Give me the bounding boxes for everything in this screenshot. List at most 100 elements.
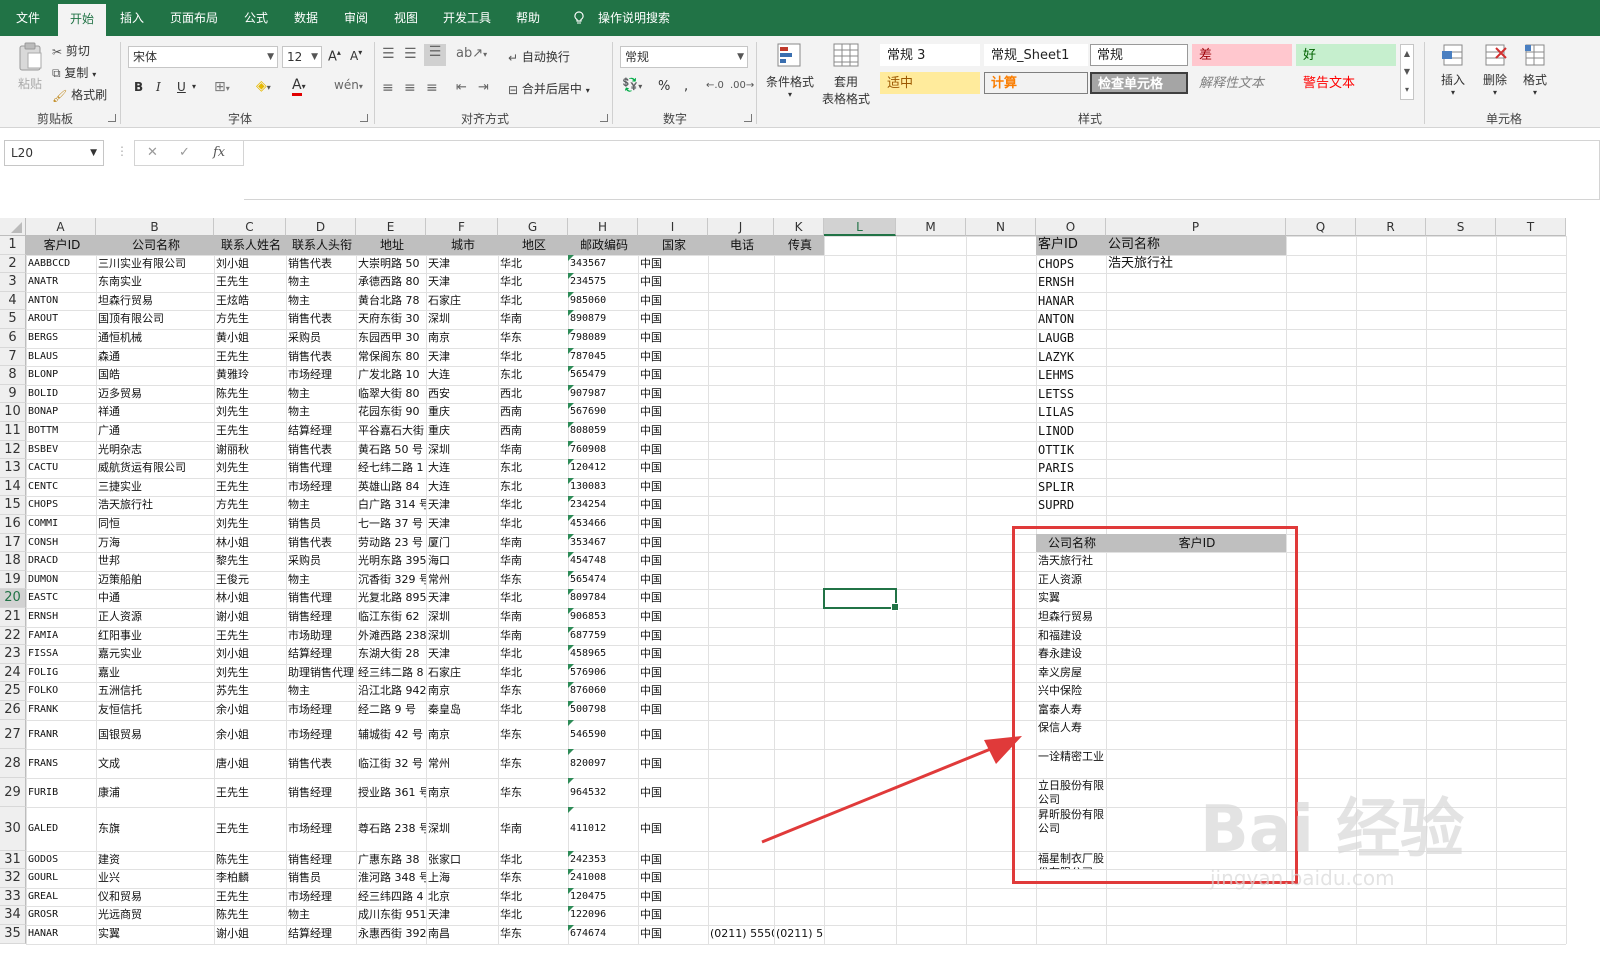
format-as-table-button[interactable]: 套用 表格格式 bbox=[818, 42, 874, 107]
data-cell[interactable]: 外滩西路 238 bbox=[356, 627, 426, 646]
data-cell[interactable]: 西南 bbox=[498, 403, 568, 422]
cancel-icon[interactable]: ✕ bbox=[147, 145, 158, 160]
data-cell[interactable]: 中国 bbox=[638, 664, 708, 683]
row-header[interactable]: 17 bbox=[0, 533, 26, 553]
data-cell[interactable]: 深圳 bbox=[426, 608, 498, 627]
column-header-m[interactable]: M bbox=[896, 218, 966, 236]
data-cell[interactable]: 天津 bbox=[426, 255, 498, 274]
column-header-s[interactable]: S bbox=[1426, 218, 1496, 236]
data-cell[interactable] bbox=[708, 534, 774, 553]
data-cell[interactable]: 销售代表 bbox=[286, 534, 356, 553]
data-cell[interactable]: 454748 bbox=[568, 552, 638, 571]
data-cell[interactable] bbox=[708, 441, 774, 460]
data-cell[interactable] bbox=[774, 329, 824, 348]
row-header[interactable]: 13 bbox=[0, 459, 26, 478]
conditional-format-button[interactable]: 条件格式 ▾ bbox=[766, 42, 814, 99]
customer-id-cell[interactable]: ANATR bbox=[26, 273, 96, 292]
data-cell[interactable]: 世邦 bbox=[96, 552, 214, 571]
data-cell[interactable]: 迈策船舶 bbox=[96, 571, 214, 590]
column-header-e[interactable]: E bbox=[356, 218, 426, 236]
data-cell[interactable]: 南京 bbox=[426, 329, 498, 348]
data-cell[interactable]: 787045 bbox=[568, 348, 638, 367]
data-cell[interactable]: 销售员 bbox=[286, 869, 356, 888]
data-cell[interactable]: 陈先生 bbox=[214, 851, 286, 870]
column-header-n[interactable]: N bbox=[966, 218, 1036, 236]
data-cell[interactable]: 三捷实业 bbox=[96, 478, 214, 497]
number-format-select[interactable]: 常规 ▼ bbox=[620, 46, 748, 68]
data-cell[interactable] bbox=[774, 906, 824, 925]
data-cell[interactable]: 122096 bbox=[568, 906, 638, 925]
align-left-icon[interactable]: ≡ bbox=[382, 80, 394, 96]
column-header-i[interactable]: I bbox=[638, 218, 708, 236]
data-cell[interactable]: 王先生 bbox=[214, 807, 286, 851]
data-cell[interactable]: 中国 bbox=[638, 329, 708, 348]
customer-id-cell[interactable]: BSBEV bbox=[26, 441, 96, 460]
data-cell[interactable]: 常州 bbox=[426, 749, 498, 778]
data-cell[interactable]: 242353 bbox=[568, 851, 638, 870]
data-cell[interactable]: 森通 bbox=[96, 348, 214, 367]
data-cell[interactable]: 中国 bbox=[638, 310, 708, 329]
data-cell[interactable]: 东旗 bbox=[96, 807, 214, 851]
data-cell[interactable]: 华北 bbox=[498, 701, 568, 720]
data-cell[interactable]: 永惠西街 392 bbox=[356, 925, 426, 944]
data-cell[interactable]: 南京 bbox=[426, 778, 498, 807]
tab-file[interactable]: 文件 bbox=[6, 0, 50, 36]
lookup-id-cell[interactable]: PARIS bbox=[1036, 459, 1106, 478]
data-cell[interactable]: 中国 bbox=[638, 627, 708, 646]
lookup-id-cell[interactable]: LINOD bbox=[1036, 422, 1106, 441]
data-cell[interactable]: 通恒机械 bbox=[96, 329, 214, 348]
customer-id-cell[interactable]: BOLID bbox=[26, 385, 96, 404]
tell-me-search[interactable]: 操作说明搜索 bbox=[594, 0, 674, 36]
header-cell[interactable]: 城市 bbox=[426, 236, 498, 255]
row-header[interactable]: 34 bbox=[0, 906, 26, 925]
row-header[interactable]: 4 bbox=[0, 291, 26, 311]
data-cell[interactable]: 西安 bbox=[426, 385, 498, 404]
data-cell[interactable]: 光复北路 895 bbox=[356, 589, 426, 608]
data-cell[interactable]: 876060 bbox=[568, 682, 638, 701]
data-cell[interactable]: 重庆 bbox=[426, 403, 498, 422]
column-header-g[interactable]: G bbox=[498, 218, 568, 236]
customer-id-cell[interactable]: DUMON bbox=[26, 571, 96, 590]
data-cell[interactable] bbox=[708, 496, 774, 515]
data-cell[interactable]: 迈多贸易 bbox=[96, 385, 214, 404]
data-cell[interactable]: 东园西甲 30 bbox=[356, 329, 426, 348]
data-cell[interactable]: 经二路 9 号 bbox=[356, 701, 426, 720]
row-header[interactable]: 1 bbox=[0, 236, 26, 255]
data-cell[interactable]: 天津 bbox=[426, 496, 498, 515]
data-cell[interactable] bbox=[774, 385, 824, 404]
data-cell[interactable]: 黄台北路 78 bbox=[356, 292, 426, 311]
increase-indent-icon[interactable]: ⇥ bbox=[478, 80, 489, 95]
data-cell[interactable]: 光明杂志 bbox=[96, 441, 214, 460]
data-cell[interactable] bbox=[774, 515, 824, 534]
data-cell[interactable]: 经三纬二路 8 bbox=[356, 664, 426, 683]
data-cell[interactable]: 浩天旅行社 bbox=[96, 496, 214, 515]
alignment-launcher-icon[interactable] bbox=[600, 114, 608, 122]
lookup-id-cell[interactable]: ANTON bbox=[1036, 310, 1106, 329]
data-cell[interactable]: 刘小姐 bbox=[214, 645, 286, 664]
data-cell[interactable]: 中国 bbox=[638, 749, 708, 778]
data-cell[interactable]: 市场经理 bbox=[286, 888, 356, 907]
data-cell[interactable]: 中国 bbox=[638, 571, 708, 590]
data-cell[interactable] bbox=[708, 422, 774, 441]
data-cell[interactable]: 国顶有限公司 bbox=[96, 310, 214, 329]
data-cell[interactable]: (0211) 5550 bbox=[708, 925, 774, 944]
data-cell[interactable]: 华东 bbox=[498, 778, 568, 807]
row-header[interactable]: 11 bbox=[0, 422, 26, 441]
row-header[interactable]: 33 bbox=[0, 887, 26, 907]
data-cell[interactable]: 北京 bbox=[426, 888, 498, 907]
data-cell[interactable]: 南京 bbox=[426, 720, 498, 749]
data-cell[interactable]: 海口 bbox=[426, 552, 498, 571]
data-cell[interactable]: 中国 bbox=[638, 906, 708, 925]
customer-id-cell[interactable]: BOTTM bbox=[26, 422, 96, 441]
data-cell[interactable]: 中国 bbox=[638, 478, 708, 497]
data-cell[interactable]: 销售经理 bbox=[286, 851, 356, 870]
data-cell[interactable]: 234575 bbox=[568, 273, 638, 292]
data-cell[interactable]: 南京 bbox=[426, 682, 498, 701]
data-cell[interactable]: 中国 bbox=[638, 608, 708, 627]
data-cell[interactable]: 深圳 bbox=[426, 627, 498, 646]
data-cell[interactable] bbox=[774, 701, 824, 720]
style-normal-3[interactable]: 常规 3 bbox=[880, 44, 980, 66]
data-cell[interactable]: 销售代表 bbox=[286, 348, 356, 367]
data-cell[interactable]: 红阳事业 bbox=[96, 627, 214, 646]
data-cell[interactable]: 576906 bbox=[568, 664, 638, 683]
